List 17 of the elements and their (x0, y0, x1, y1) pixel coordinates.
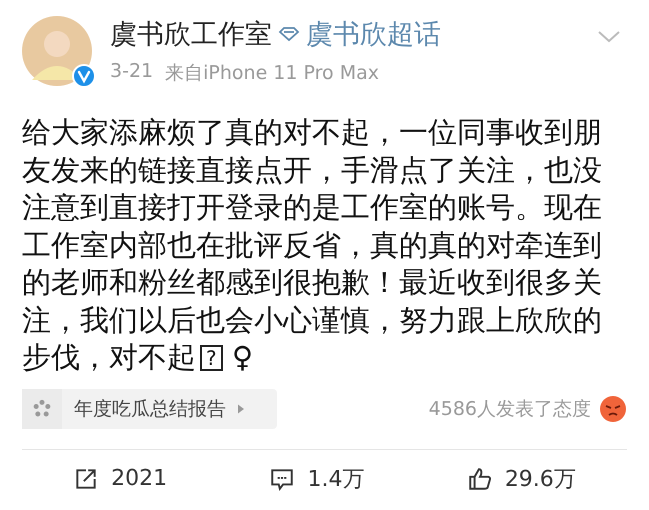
topic-link[interactable]: 虞书欣超话 (306, 16, 441, 52)
dots-icon (32, 398, 52, 418)
author-name[interactable]: 虞书欣工作室 (110, 16, 272, 52)
diamond-icon (278, 26, 300, 42)
chevron-down-icon[interactable] (597, 30, 621, 44)
avatar[interactable] (22, 16, 92, 86)
play-arrow-icon (238, 404, 244, 414)
thumbs-up-icon (466, 466, 493, 492)
topic-card[interactable]: 年度吃瓜总结报告 (22, 388, 277, 428)
angry-face-icon (599, 394, 627, 422)
action-button[interactable]: 1.4万 (249, 464, 384, 494)
post-source: 来自iPhone 11 Pro Max (165, 61, 379, 86)
reaction-count: 4586人发表了态度 (428, 396, 591, 422)
action-button[interactable]: 29.6万 (446, 464, 596, 494)
action-button[interactable]: 2021 (53, 464, 188, 494)
post-date: 3-21 (110, 60, 154, 84)
post-text: 给大家添麻烦了真的对不起，一位同事收到朋友发来的链接直接点开，手滑点了关注，也没注意到直接打开登录的是工作室的账号。现在工作室内部也在批评反省，真的真的对牵连到的老师和粉丝都感到很抱歉！最近收到很多关注，我们以后也会小心谨慎，努力跟上欣欣的步伐，对不起 ? ♀ (22, 114, 603, 376)
